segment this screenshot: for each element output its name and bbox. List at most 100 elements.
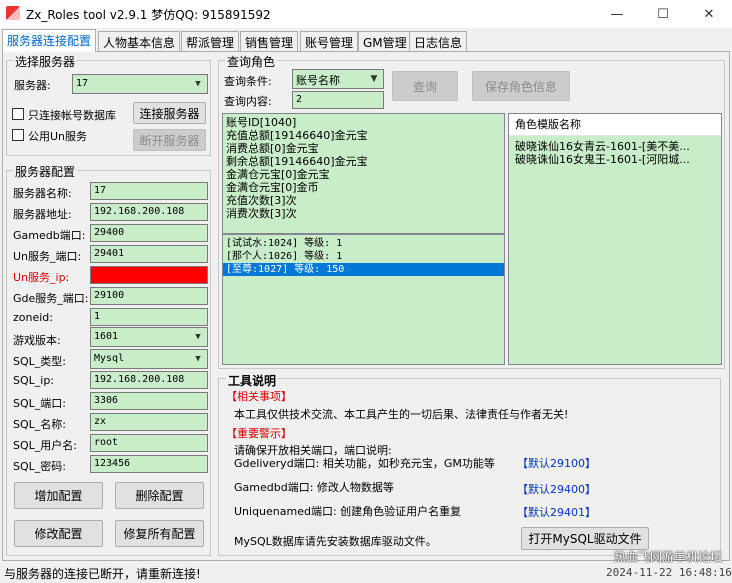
- connect-server-button[interactable]: 连接服务器: [133, 102, 206, 124]
- server-label: 服务器:: [14, 79, 51, 92]
- warning-title: 【重要警示】: [226, 427, 292, 440]
- chevron-down-icon: ▼: [195, 79, 201, 89]
- sql-port-input[interactable]: 3306: [90, 392, 208, 410]
- account-info-line: 充值次数[3]次: [226, 194, 297, 207]
- tab-sales[interactable]: 销售管理: [240, 31, 299, 51]
- only-account-db-label: 只连接帐号数据库: [28, 109, 116, 122]
- group-title: 查询角色: [225, 53, 278, 70]
- notice-text: 本工具仅供技术交流、本工具产生的一切后果、法律责任与作者无关!: [234, 408, 569, 421]
- field-label: Un服务_端口:: [13, 250, 82, 263]
- account-info-box[interactable]: 账号ID[1040] 充值总额[19146640]金元宝 消费总额[0]金元宝 …: [222, 113, 505, 234]
- port-default: 【默认29400】: [517, 483, 596, 496]
- delete-config-button[interactable]: 删除配置: [115, 482, 204, 509]
- query-button[interactable]: 查询: [392, 71, 458, 101]
- account-info-line: 金满仓元宝[0]金币: [226, 181, 319, 194]
- port-default: 【默认29401】: [517, 506, 596, 519]
- only-account-db-checkbox[interactable]: [12, 108, 24, 120]
- app-icon: [6, 6, 20, 20]
- modify-config-button[interactable]: 修改配置: [14, 520, 103, 547]
- field-label: SQL_类型:: [13, 355, 66, 368]
- tab-server-connect[interactable]: 服务器连接配置: [2, 29, 97, 52]
- sql-ip-input[interactable]: 192.168.200.108: [90, 371, 208, 389]
- condition-select[interactable]: 账号名称 ▼: [292, 69, 384, 89]
- server-select[interactable]: 17 ▼: [72, 74, 208, 94]
- role-list-item[interactable]: [试试水:1024] 等级: 1: [223, 237, 504, 250]
- port-line: Gamedbd端口: 修改人物数据等: [234, 481, 394, 494]
- zoneid-input[interactable]: 1: [90, 308, 208, 326]
- maximize-button[interactable]: ☐: [640, 0, 686, 28]
- port-line: Uniquenamed端口: 创建角色验证用户名重复: [234, 505, 462, 518]
- account-info-line: 充值总额[19146640]金元宝: [226, 129, 368, 142]
- field-label: SQL_密码:: [13, 460, 66, 473]
- title-bar: Zx_Roles tool v2.9.1 梦仿QQ: 915891592 — ☐…: [0, 0, 732, 28]
- add-config-button[interactable]: 增加配置: [14, 482, 103, 509]
- tab-character-info[interactable]: 人物基本信息: [98, 31, 181, 51]
- field-label: 服务器名称:: [13, 187, 72, 200]
- window-title: Zx_Roles tool v2.9.1 梦仿QQ: 915891592: [26, 8, 271, 22]
- port-default: 【默认29100】: [517, 457, 596, 470]
- tool-info-title: 工具说明: [226, 372, 279, 389]
- query-content-input[interactable]: 2: [292, 91, 384, 109]
- status-time: 2024-11-22 16:48:16: [606, 566, 732, 579]
- status-bar: 与服务器的连接已断开，请重新连接! 2024-11-22 16:48:16: [0, 563, 732, 583]
- server-address-input[interactable]: 192.168.200.108: [90, 203, 208, 221]
- sql-type-value: Mysql: [94, 353, 125, 364]
- chevron-down-icon: ▼: [195, 354, 201, 364]
- field-label: SQL_名称:: [13, 418, 66, 431]
- public-un-label: 公用Un服务: [28, 130, 88, 143]
- account-info-line: 账号ID[1040]: [226, 116, 297, 129]
- field-label: SQL_用户名:: [13, 439, 77, 452]
- open-mysql-driver-button[interactable]: 打开MySQL驱动文件: [521, 527, 649, 550]
- field-label: Gde服务_端口:: [13, 292, 89, 305]
- role-list-item[interactable]: [那个人:1026] 等级: 1: [223, 250, 504, 263]
- port-line: Gdeliveryd端口: 相关功能，如秒充元宝，GM功能等: [234, 457, 495, 470]
- sql-password-input[interactable]: 123456: [90, 455, 208, 473]
- disconnect-server-button[interactable]: 断开服务器: [133, 129, 206, 151]
- account-info-line: 消费次数[3]次: [226, 207, 297, 220]
- group-title: 选择服务器: [13, 53, 78, 70]
- tab-strip: 服务器连接配置 人物基本信息 帮派管理 销售管理 账号管理 GM管理 日志信息: [2, 29, 730, 52]
- gamedb-port-input[interactable]: 29400: [90, 224, 208, 242]
- tab-guild[interactable]: 帮派管理: [181, 31, 240, 51]
- tab-gm[interactable]: GM管理: [358, 31, 412, 51]
- group-title: 服务器配置: [13, 163, 78, 180]
- role-template-list[interactable]: 角色模版名称 破晓诛仙16女青云-1601-[美不美... 破晓诛仙16女鬼王-…: [508, 113, 722, 365]
- role-list-item-selected[interactable]: [至尊:1027] 等级: 150: [223, 263, 504, 276]
- server-select-value: 17: [76, 78, 89, 89]
- notice-title: 【相关事项】: [226, 390, 292, 403]
- close-button[interactable]: ✕: [686, 0, 732, 28]
- role-list[interactable]: [试试水:1024] 等级: 1 [那个人:1026] 等级: 1 [至尊:10…: [222, 234, 505, 365]
- sql-name-input[interactable]: zx: [90, 413, 208, 431]
- field-label: SQL_ip:: [13, 374, 55, 387]
- sql-username-input[interactable]: root: [90, 434, 208, 452]
- template-column-header[interactable]: 角色模版名称: [509, 114, 721, 136]
- content-label: 查询内容:: [224, 95, 272, 108]
- server-name-input[interactable]: 17: [90, 182, 208, 200]
- game-version-select[interactable]: 1601 ▼: [90, 327, 208, 347]
- status-message: 与服务器的连接已断开，请重新连接!: [4, 567, 201, 581]
- gde-port-input[interactable]: 29100: [90, 287, 208, 305]
- save-role-button[interactable]: 保存角色信息: [472, 71, 570, 101]
- public-un-checkbox[interactable]: [12, 129, 24, 141]
- minimize-button[interactable]: —: [594, 0, 640, 28]
- field-label: zoneid:: [13, 311, 53, 324]
- chevron-down-icon: ▼: [195, 332, 201, 342]
- un-ip-input[interactable]: [90, 266, 208, 284]
- field-label: Un服务_ip:: [13, 271, 70, 284]
- template-list-item[interactable]: 破晓诛仙16女青云-1601-[美不美...: [509, 140, 721, 153]
- mysql-text: MySQL数据库请先安装数据库驱动文件。: [234, 535, 437, 548]
- account-info-line: 消费总额[0]金元宝: [226, 142, 319, 155]
- condition-label: 查询条件:: [224, 75, 272, 88]
- sql-type-select[interactable]: Mysql ▼: [90, 349, 208, 369]
- chevron-down-icon: ▼: [370, 74, 378, 84]
- field-label: Gamedb端口:: [13, 229, 86, 242]
- field-label: 服务器地址:: [13, 208, 72, 221]
- tab-account[interactable]: 账号管理: [300, 31, 359, 51]
- template-list-item[interactable]: 破晓诛仙16女鬼王-1601-[河阳城...: [509, 153, 721, 166]
- account-info-line: 金满仓元宝[0]金元宝: [226, 168, 330, 181]
- repair-config-button[interactable]: 修复所有配置: [115, 520, 204, 547]
- un-port-input[interactable]: 29401: [90, 245, 208, 263]
- tab-logs[interactable]: 日志信息: [409, 31, 468, 51]
- game-version-value: 1601: [94, 331, 119, 342]
- account-info-line: 剩余总额[19146640]金元宝: [226, 155, 368, 168]
